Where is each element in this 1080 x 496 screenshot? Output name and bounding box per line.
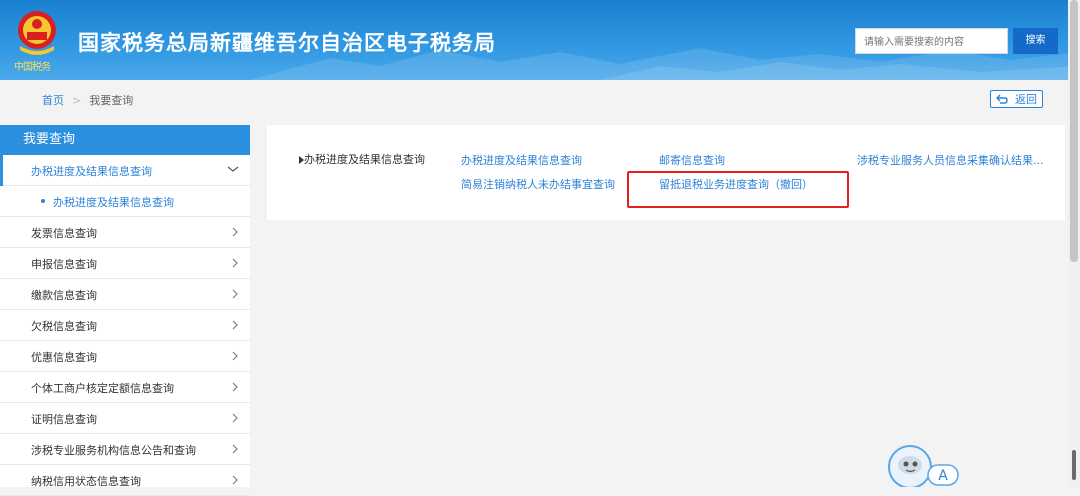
category-label: 办税进度及结果信息查询 bbox=[304, 153, 425, 166]
back-button[interactable]: 返回 bbox=[990, 90, 1043, 108]
chevron-down-icon bbox=[227, 166, 239, 172]
sidebar-item-progress-query[interactable]: 办税进度及结果信息查询 bbox=[0, 155, 250, 186]
chevron-right-icon bbox=[232, 413, 238, 423]
sidebar-item-agency[interactable]: 涉税专业服务机构信息公告和查询 bbox=[0, 434, 250, 465]
breadcrumb: 首页 > 我要查询 bbox=[42, 92, 133, 108]
chevron-right-icon bbox=[232, 475, 238, 485]
chevron-right-icon bbox=[232, 444, 238, 454]
sidebar-item-invoice[interactable]: 发票信息查询 bbox=[0, 217, 250, 248]
chevron-right-icon bbox=[232, 382, 238, 392]
link-mail-query[interactable]: 邮寄信息查询 bbox=[659, 152, 725, 168]
sidebar-item-declaration[interactable]: 申报信息查询 bbox=[0, 248, 250, 279]
grip-icon bbox=[1072, 450, 1076, 480]
scrollbar-thumb[interactable] bbox=[1070, 0, 1078, 262]
search-input[interactable] bbox=[862, 30, 1006, 54]
category-heading: 办税进度及结果信息查询 bbox=[299, 152, 426, 168]
sidebar-subitem-label: 办税进度及结果信息查询 bbox=[53, 196, 174, 209]
return-arrow-icon bbox=[996, 94, 1008, 104]
highlight-box bbox=[627, 171, 849, 208]
sidebar-item-label: 申报信息查询 bbox=[31, 258, 97, 271]
sidebar-item-preferential[interactable]: 优惠信息查询 bbox=[0, 341, 250, 372]
bullet-dot bbox=[41, 199, 45, 203]
slogan-text: 中国税务 bbox=[14, 62, 51, 73]
robot-assistant-icon[interactable]: A bbox=[886, 443, 960, 487]
search-box[interactable] bbox=[855, 28, 1008, 54]
sidebar-subitem-progress-query[interactable]: 办税进度及结果信息查询 bbox=[0, 186, 250, 217]
sidebar-item-certificate[interactable]: 证明信息查询 bbox=[0, 403, 250, 434]
triangle-right-icon bbox=[299, 156, 304, 164]
site-title: 国家税务总局新疆维吾尔自治区电子税务局 bbox=[78, 31, 496, 55]
breadcrumb-current: 我要查询 bbox=[89, 94, 134, 107]
sidebar-item-arrears[interactable]: 欠税信息查询 bbox=[0, 310, 250, 341]
sidebar-title: 我要查询 bbox=[0, 125, 250, 155]
site-header: 中国税务 国家税务总局新疆维吾尔自治区电子税务局 搜索 bbox=[0, 0, 1080, 80]
link-progress-query[interactable]: 办税进度及结果信息查询 bbox=[461, 152, 582, 168]
active-indicator bbox=[0, 155, 3, 186]
link-tax-professional-query[interactable]: 涉税专业服务人员信息采集确认结果... bbox=[857, 152, 1044, 168]
assistant-label: A bbox=[938, 468, 948, 484]
sidebar-item-label: 优惠信息查询 bbox=[31, 351, 97, 364]
sidebar-item-label: 证明信息查询 bbox=[31, 413, 97, 426]
sidebar-item-label: 个体工商户核定定额信息查询 bbox=[31, 382, 174, 395]
chevron-right-icon bbox=[232, 227, 238, 237]
sidebar-item-credit[interactable]: 纳税信用状态信息查询 bbox=[0, 465, 250, 496]
back-button-label: 返回 bbox=[1015, 93, 1037, 106]
sidebar-item-label: 办税进度及结果信息查询 bbox=[31, 165, 152, 178]
sidebar-item-label: 欠税信息查询 bbox=[31, 320, 97, 333]
sidebar: 我要查询 办税进度及结果信息查询 办税进度及结果信息查询 发票信息查询 申报信息… bbox=[0, 125, 250, 496]
sidebar-item-label: 发票信息查询 bbox=[31, 227, 97, 240]
sidebar-item-quota[interactable]: 个体工商户核定定额信息查询 bbox=[0, 372, 250, 403]
breadcrumb-home-link[interactable]: 首页 bbox=[42, 94, 64, 107]
chevron-right-icon bbox=[232, 258, 238, 268]
chevron-right-icon bbox=[232, 289, 238, 299]
sidebar-item-payment[interactable]: 缴款信息查询 bbox=[0, 279, 250, 310]
chevron-right-icon bbox=[232, 320, 238, 330]
search-button[interactable]: 搜索 bbox=[1013, 28, 1058, 54]
chevron-right-icon bbox=[232, 351, 238, 361]
tax-emblem-icon bbox=[18, 11, 56, 55]
sidebar-item-label: 涉税专业服务机构信息公告和查询 bbox=[31, 444, 196, 457]
link-simple-deregistration-query[interactable]: 简易注销纳税人未办结事宜查询 bbox=[461, 176, 615, 192]
sidebar-item-label: 缴款信息查询 bbox=[31, 289, 97, 302]
breadcrumb-separator: > bbox=[72, 94, 82, 107]
